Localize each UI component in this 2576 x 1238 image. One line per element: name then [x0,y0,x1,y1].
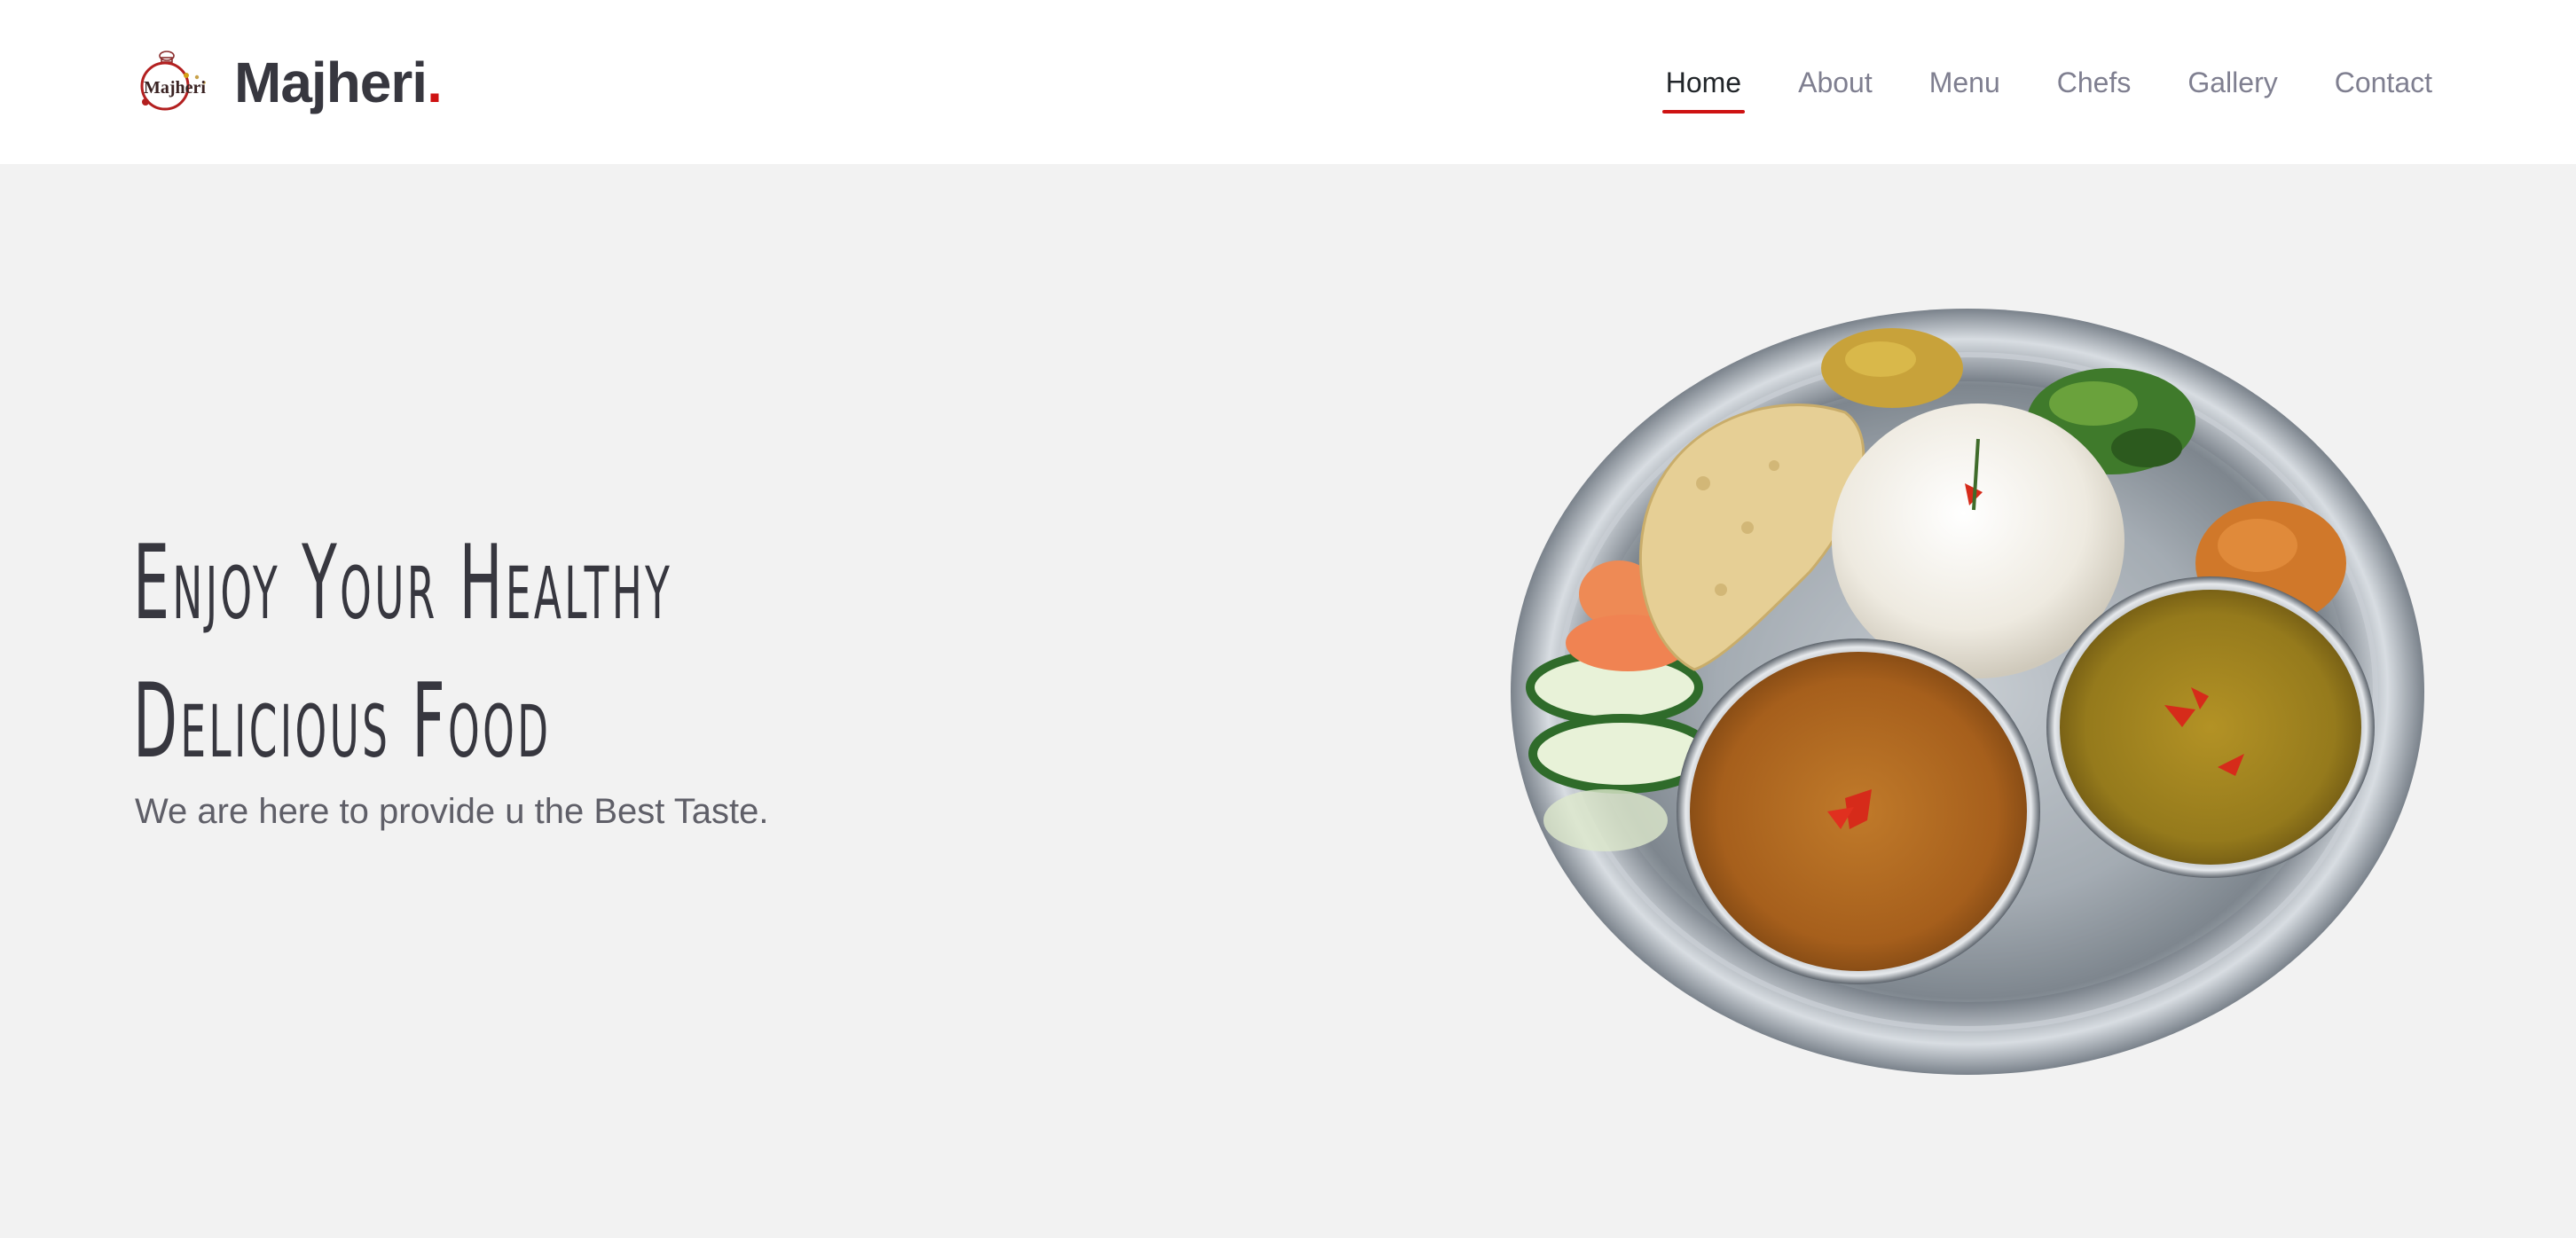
nav-menu[interactable]: Menu [1929,53,2000,112]
brand-dot: . [427,51,443,114]
main-nav: Home About Menu Chefs Gallery Contact [1661,53,2432,114]
hero-title: Enjoy Your Healthy Delicious Food [133,514,673,791]
hero-subtitle: We are here to provide u the Best Taste. [135,792,769,831]
brand-logo-link[interactable]: Majheri Majheri. [135,43,443,122]
hero-title-line2: Delicious Food [133,662,552,781]
nav-chefs[interactable]: Chefs [2057,53,2132,112]
nav-contact[interactable]: Contact [2335,53,2432,112]
nav-home[interactable]: Home [1661,53,1746,114]
brand-name: Majheri [234,51,428,114]
nav-about[interactable]: About [1798,53,1873,112]
site-header: Majheri Majheri. Home About Menu Chefs G… [0,0,2576,164]
hero-section: Enjoy Your Healthy Delicious Food We are… [0,164,2576,1238]
thali-plate-image [1511,309,2424,1075]
nav-gallery[interactable]: Gallery [2187,53,2277,112]
chef-hat-logo-icon: Majheri [140,51,206,111]
hero-title-line1: Enjoy Your Healthy [133,523,673,643]
logo-text: Majheri [144,78,206,98]
